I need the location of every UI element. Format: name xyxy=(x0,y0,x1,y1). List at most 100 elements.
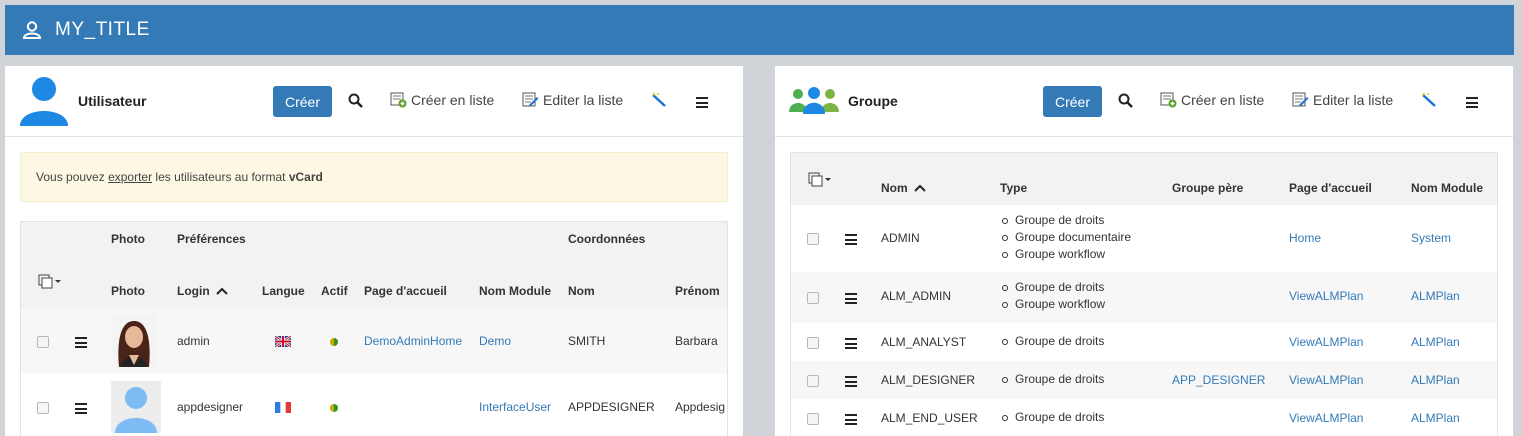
cell-nom: SMITH xyxy=(568,334,606,348)
row-menu-icon[interactable] xyxy=(845,414,857,428)
magic-wand-icon xyxy=(1422,92,1436,107)
search-button[interactable] xyxy=(348,93,367,108)
menu-button[interactable] xyxy=(1466,97,1478,111)
table-row[interactable]: ALM_ADMIN Groupe de droits Groupe workfl… xyxy=(791,272,1497,323)
caret-down-icon xyxy=(55,279,61,283)
col-prenom[interactable]: Prénom xyxy=(675,284,720,298)
copy-icon xyxy=(808,172,823,187)
uk-flag-icon xyxy=(275,336,291,347)
table-row[interactable]: ALM_END_USER Groupe de droits ViewALMPla… xyxy=(791,399,1497,436)
create-button[interactable]: Créer xyxy=(1043,86,1102,117)
table-row[interactable]: ALM_DESIGNER Groupe de droits APP_DESIGN… xyxy=(791,361,1497,399)
cell-type-list: Groupe de droits xyxy=(1000,333,1104,350)
cell-prenom: Appdesig xyxy=(675,400,726,414)
row-menu-icon[interactable] xyxy=(845,338,857,352)
row-menu-icon[interactable] xyxy=(845,234,857,248)
row-checkbox[interactable] xyxy=(37,402,49,414)
col-nom-module[interactable]: Nom Module xyxy=(479,284,551,298)
row-checkbox[interactable] xyxy=(807,337,819,349)
cell-prenom: Barbara xyxy=(675,334,718,348)
cell-nom-module[interactable]: ALMPlan xyxy=(1411,411,1460,425)
col-login[interactable]: Login xyxy=(177,284,228,298)
sort-asc-icon xyxy=(216,287,228,295)
row-checkbox[interactable] xyxy=(807,413,819,425)
create-list-button[interactable]: Créer en liste xyxy=(390,92,494,108)
magic-wand-button[interactable] xyxy=(651,92,671,108)
edit-list-button[interactable]: Editer la liste xyxy=(522,92,623,108)
search-icon xyxy=(1118,93,1133,108)
cell-nom: ALM_DESIGNER xyxy=(881,373,976,387)
row-menu-icon[interactable] xyxy=(75,403,87,417)
col-groupe-pere[interactable]: Groupe père xyxy=(1172,181,1243,195)
user-table: Photo Préférences Coordonnées Photo Logi… xyxy=(20,221,728,436)
type-item: Groupe workflow xyxy=(1000,296,1105,313)
row-checkbox[interactable] xyxy=(37,336,49,348)
create-list-icon xyxy=(390,92,407,108)
table-row[interactable]: admin DemoAdminHome Demo SMITH Barbara xyxy=(21,308,727,374)
table-row[interactable]: ADMIN Groupe de droits Groupe documentai… xyxy=(791,205,1497,272)
magic-wand-button[interactable] xyxy=(1421,92,1441,108)
menu-button[interactable] xyxy=(696,97,708,111)
col-nom[interactable]: Nom xyxy=(568,284,595,298)
row-checkbox[interactable] xyxy=(807,292,819,304)
cell-nom-module[interactable]: System xyxy=(1411,231,1451,245)
row-checkbox[interactable] xyxy=(807,375,819,387)
app-title: MY_TITLE xyxy=(55,19,150,40)
edit-list-label: Editer la liste xyxy=(1313,92,1394,108)
info-text: Vous pouvez xyxy=(36,170,109,184)
row-checkbox[interactable] xyxy=(807,233,819,245)
col-page-accueil[interactable]: Page d'accueil xyxy=(364,284,447,298)
col-page-accueil[interactable]: Page d'accueil xyxy=(1289,181,1372,195)
create-button[interactable]: Créer xyxy=(273,86,332,117)
cell-nom: APPDESIGNER xyxy=(568,400,655,414)
edit-list-button[interactable]: Editer la liste xyxy=(1292,92,1393,108)
group-panel: Groupe Créer Créer en liste Editer la li… xyxy=(775,66,1513,436)
vcard-text: vCard xyxy=(288,170,323,184)
cell-page-accueil[interactable]: DemoAdminHome xyxy=(364,334,462,348)
cell-nom-module[interactable]: ALMPlan xyxy=(1411,289,1460,303)
panel-title: Groupe xyxy=(848,93,898,109)
cell-page-accueil[interactable]: ViewALMPlan xyxy=(1289,289,1363,303)
col-type[interactable]: Type xyxy=(1000,181,1027,195)
export-link[interactable]: exporter xyxy=(108,170,152,184)
info-text-2: les utilisateurs au format xyxy=(152,170,289,184)
app-header: MY_TITLE xyxy=(5,5,1514,55)
row-menu-icon[interactable] xyxy=(845,376,857,390)
group-large-icon xyxy=(789,87,839,114)
sort-asc-icon xyxy=(914,184,926,192)
create-list-button[interactable]: Créer en liste xyxy=(1160,92,1264,108)
col-actif[interactable]: Actif xyxy=(321,284,348,298)
user-large-icon xyxy=(20,77,68,126)
caret-down-icon xyxy=(825,177,831,181)
cell-page-accueil[interactable]: ViewALMPlan xyxy=(1289,335,1363,349)
cell-login: appdesigner xyxy=(177,400,244,414)
col-nom-module[interactable]: Nom Module xyxy=(1411,181,1483,195)
cell-page-accueil[interactable]: ViewALMPlan xyxy=(1289,411,1363,425)
cell-page-accueil[interactable]: Home xyxy=(1289,231,1321,245)
create-list-icon xyxy=(1160,92,1177,108)
row-menu-icon[interactable] xyxy=(75,337,87,351)
col-langue[interactable]: Langue xyxy=(262,284,305,298)
cell-groupe-pere[interactable]: APP_DESIGNER xyxy=(1172,373,1265,387)
cell-nom-module[interactable]: InterfaceUser xyxy=(479,400,551,414)
col-login-label: Login xyxy=(177,284,210,298)
cell-nom-module[interactable]: ALMPlan xyxy=(1411,335,1460,349)
type-item: Groupe documentaire xyxy=(1000,229,1131,246)
table-row[interactable]: ALM_ANALYST Groupe de droits ViewALMPlan… xyxy=(791,323,1497,361)
col-nom[interactable]: Nom xyxy=(881,181,926,195)
row-menu-icon[interactable] xyxy=(845,293,857,307)
group-table: Nom Type Groupe père Page d'accueil Nom … xyxy=(790,152,1498,436)
type-item: Groupe workflow xyxy=(1000,246,1131,263)
select-all-dropdown[interactable] xyxy=(38,274,63,289)
cell-page-accueil[interactable]: ViewALMPlan xyxy=(1289,373,1363,387)
cell-nom-module[interactable]: ALMPlan xyxy=(1411,373,1460,387)
edit-list-icon xyxy=(1292,92,1309,107)
cell-type-list: Groupe de droits xyxy=(1000,371,1104,388)
cell-nom: ALM_END_USER xyxy=(881,411,978,425)
col-photo[interactable]: Photo xyxy=(111,284,145,298)
table-row[interactable]: appdesigner InterfaceUser APPDESIGNER Ap… xyxy=(21,374,727,436)
cell-nom-module[interactable]: Demo xyxy=(479,334,511,348)
select-all-dropdown[interactable] xyxy=(808,172,833,187)
edit-list-icon xyxy=(522,92,539,107)
search-button[interactable] xyxy=(1118,93,1137,108)
